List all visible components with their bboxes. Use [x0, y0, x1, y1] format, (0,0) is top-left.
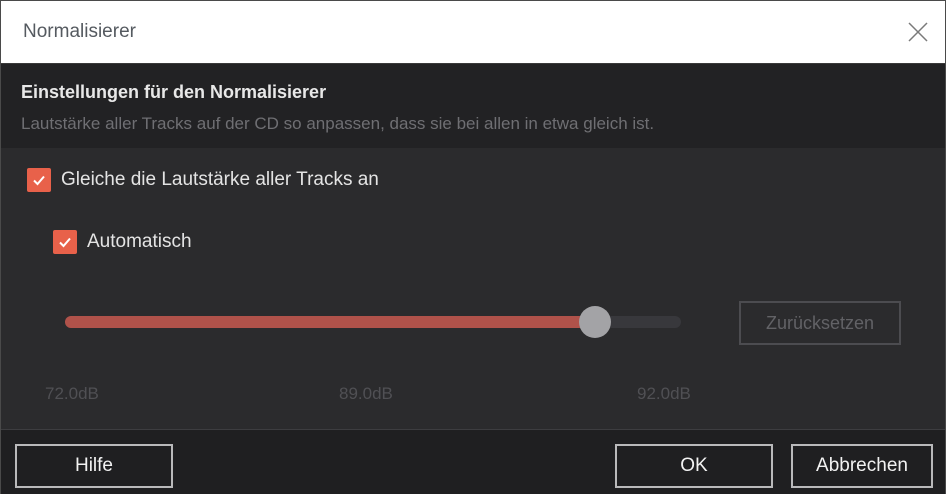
slider-max-label: 92.0dB: [637, 384, 691, 403]
settings-description: Lautstärke aller Tracks auf der CD so an…: [21, 114, 655, 133]
slider-min-label: 72.0dB: [45, 384, 99, 403]
ok-button[interactable]: OK: [615, 444, 773, 488]
help-button[interactable]: Hilfe: [15, 444, 173, 488]
slider-fill: [65, 316, 595, 328]
window-title: Normalisierer: [23, 21, 136, 42]
checkmark-icon: [59, 237, 71, 248]
settings-header: Einstellungen für den Normalisierer Laut…: [1, 64, 945, 148]
reset-button[interactable]: Zurücksetzen: [739, 301, 901, 345]
volume-slider[interactable]: [65, 304, 681, 340]
settings-heading: Einstellungen für den Normalisierer: [21, 82, 327, 102]
dialog-footer: Hilfe OK Abbrechen: [1, 429, 945, 494]
automatic-label: Automatisch: [87, 231, 192, 252]
automatic-checkbox[interactable]: [53, 230, 77, 254]
equalize-volume-checkbox[interactable]: [27, 168, 51, 192]
equalize-volume-option[interactable]: Gleiche die Lautstärke aller Tracks an: [27, 168, 379, 192]
title-bar: Normalisierer: [1, 1, 945, 64]
slider-thumb[interactable]: [578, 306, 611, 338]
equalize-volume-label: Gleiche die Lautstärke aller Tracks an: [61, 169, 379, 190]
checkmark-icon: [33, 175, 45, 186]
automatic-option[interactable]: Automatisch: [53, 230, 192, 254]
normalizer-dialog: Normalisierer Einstellungen für den Norm…: [0, 0, 946, 494]
cancel-button[interactable]: Abbrechen: [791, 444, 933, 488]
close-icon[interactable]: [905, 19, 931, 45]
slider-mid-label: 89.0dB: [339, 384, 393, 403]
